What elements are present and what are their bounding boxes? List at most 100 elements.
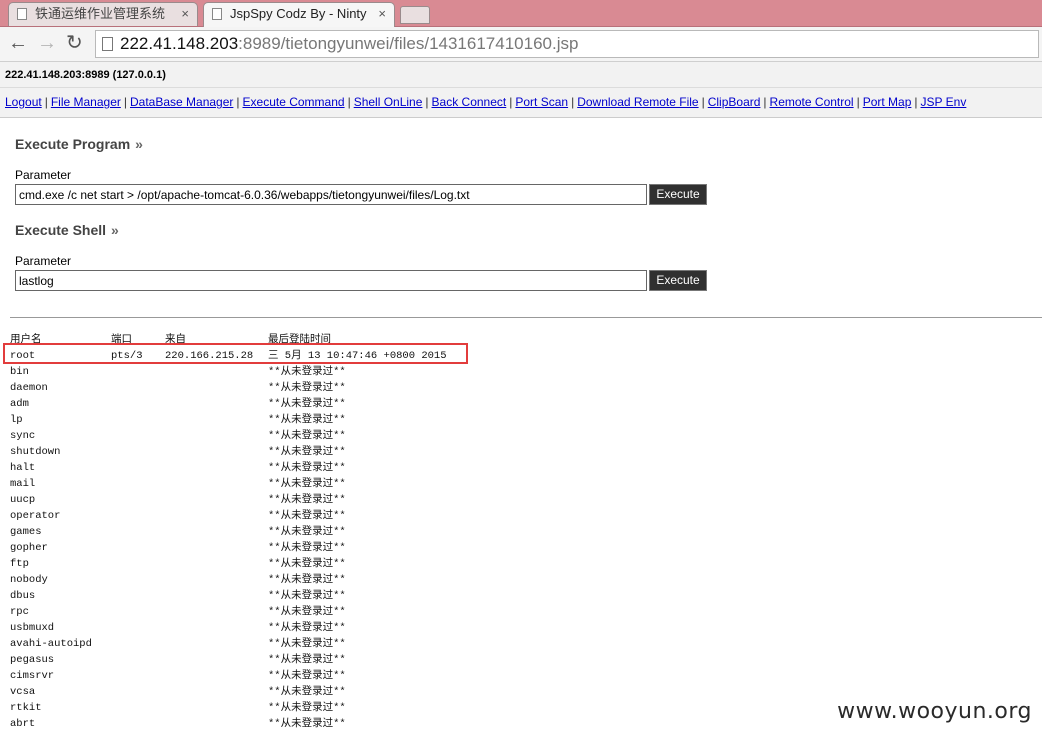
separator: | bbox=[509, 95, 513, 109]
output-cell: daemon bbox=[10, 382, 48, 394]
output-cell: shutdown bbox=[10, 446, 61, 458]
new-tab-button[interactable] bbox=[400, 6, 430, 24]
tab-strip: 铁通运维作业管理系统 × JspSpy Codz By - Ninty × bbox=[0, 0, 1042, 27]
separator: | bbox=[914, 95, 918, 109]
output-cell: **从未登录过** bbox=[268, 702, 346, 714]
nav-link-port-map[interactable]: Port Map bbox=[863, 95, 912, 109]
execute-shell-title: Execute Shell» bbox=[15, 222, 119, 238]
url-text: 222.41.148.203:8989/tietongyunwei/files/… bbox=[120, 31, 578, 57]
output-cell: cimsrvr bbox=[10, 670, 55, 682]
close-icon[interactable]: × bbox=[378, 3, 386, 25]
nav-link-database-manager[interactable]: DataBase Manager bbox=[130, 95, 233, 109]
section-title-text: Execute Program bbox=[15, 136, 131, 152]
output-cell: **从未登录过** bbox=[268, 446, 346, 458]
output-cell: dbus bbox=[10, 590, 36, 602]
output-cell: sync bbox=[10, 430, 36, 442]
output-cell: games bbox=[10, 526, 42, 538]
reload-icon[interactable]: ↻ bbox=[66, 30, 83, 56]
output-cell: **从未登录过** bbox=[268, 686, 346, 698]
output-cell: abrt bbox=[10, 718, 36, 730]
output-cell: **从未登录过** bbox=[268, 574, 346, 586]
output-cell: vcsa bbox=[10, 686, 36, 698]
output-cell: lp bbox=[10, 414, 23, 426]
page-icon bbox=[17, 8, 27, 20]
output-cell: avahi-autoipd bbox=[10, 638, 92, 650]
output-cell: nobody bbox=[10, 574, 48, 586]
nav-link-remote-control[interactable]: Remote Control bbox=[770, 95, 854, 109]
host-info: 222.41.148.203:8989 (127.0.0.1) bbox=[0, 62, 1042, 88]
parameter-label: Parameter bbox=[15, 168, 72, 182]
nav-link-clipboard[interactable]: ClipBoard bbox=[708, 95, 761, 109]
nav-link-jsp-env[interactable]: JSP Env bbox=[921, 95, 967, 109]
output-cell: **从未登录过** bbox=[268, 430, 346, 442]
nav-link-shell-online[interactable]: Shell OnLine bbox=[354, 95, 423, 109]
address-bar[interactable]: 222.41.148.203:8989/tietongyunwei/files/… bbox=[95, 30, 1039, 58]
execute-program-title: Execute Program» bbox=[15, 136, 143, 152]
output-cell: **从未登录过** bbox=[268, 718, 346, 730]
separator: | bbox=[763, 95, 767, 109]
separator: | bbox=[347, 95, 351, 109]
shell-parameter-input[interactable] bbox=[15, 270, 647, 291]
execute-shell-button[interactable]: Execute bbox=[649, 270, 707, 291]
nav-link-port-scan[interactable]: Port Scan bbox=[515, 95, 568, 109]
output-cell: **从未登录过** bbox=[268, 366, 346, 378]
output-cell: gopher bbox=[10, 542, 48, 554]
output-cell: usbmuxd bbox=[10, 622, 55, 634]
output-cell: rtkit bbox=[10, 702, 42, 714]
nav-link-download-remote-file[interactable]: Download Remote File bbox=[577, 95, 698, 109]
close-icon[interactable]: × bbox=[181, 3, 189, 25]
output-cell: **从未登录过** bbox=[268, 670, 346, 682]
back-arrow-icon[interactable]: ← bbox=[8, 30, 28, 56]
output-cell: **从未登录过** bbox=[268, 638, 346, 650]
browser-toolbar: ← → ↻ 222.41.148.203:8989/tietongyunwei/… bbox=[0, 27, 1042, 62]
output-cell: **从未登录过** bbox=[268, 590, 346, 602]
output-cell: adm bbox=[10, 398, 29, 410]
execute-program-button[interactable]: Execute bbox=[649, 184, 707, 205]
tab-title: JspSpy Codz By - Ninty bbox=[230, 6, 367, 21]
nav-link-file-manager[interactable]: File Manager bbox=[51, 95, 121, 109]
section-title-text: Execute Shell bbox=[15, 222, 107, 238]
output-cell: **从未登录过** bbox=[268, 414, 346, 426]
output-cell: **从未登录过** bbox=[268, 462, 346, 474]
nav-link-execute-command[interactable]: Execute Command bbox=[243, 95, 345, 109]
highlight-box bbox=[3, 343, 468, 364]
output-cell: **从未登录过** bbox=[268, 526, 346, 538]
output-cell: uucp bbox=[10, 494, 36, 506]
separator: | bbox=[701, 95, 705, 109]
url-path: :8989/tietongyunwei/files/1431617410160.… bbox=[238, 34, 579, 53]
output-cell: **从未登录过** bbox=[268, 558, 346, 570]
program-parameter-input[interactable] bbox=[15, 184, 647, 205]
output-cell: **从未登录过** bbox=[268, 542, 346, 554]
output-cell: **从未登录过** bbox=[268, 478, 346, 490]
page-icon bbox=[102, 37, 113, 51]
browser-tab-2[interactable]: JspSpy Codz By - Ninty × bbox=[203, 2, 395, 27]
separator: | bbox=[44, 95, 48, 109]
output-cell: **从未登录过** bbox=[268, 382, 346, 394]
output-cell: mail bbox=[10, 478, 36, 490]
output-cell: rpc bbox=[10, 606, 29, 618]
separator: | bbox=[856, 95, 860, 109]
raquo: » bbox=[135, 136, 143, 152]
nav-link-back-connect[interactable]: Back Connect bbox=[432, 95, 507, 109]
forward-arrow-icon[interactable]: → bbox=[37, 30, 57, 56]
output-cell: operator bbox=[10, 510, 61, 522]
output-cell: halt bbox=[10, 462, 36, 474]
output-cell: **从未登录过** bbox=[268, 606, 346, 618]
browser-tab-1[interactable]: 铁通运维作业管理系统 × bbox=[8, 2, 198, 26]
output-cell: pegasus bbox=[10, 654, 55, 666]
separator: | bbox=[123, 95, 127, 109]
separator: | bbox=[236, 95, 240, 109]
separator: | bbox=[425, 95, 429, 109]
output-cell: **从未登录过** bbox=[268, 510, 346, 522]
page-content: 222.41.148.203:8989 (127.0.0.1) Logout | F… bbox=[0, 62, 1042, 738]
tab-title: 铁通运维作业管理系统 bbox=[35, 6, 166, 21]
raquo: » bbox=[111, 222, 119, 238]
watermark: www.wooyun.org bbox=[837, 699, 1032, 724]
output-cell: **从未登录过** bbox=[268, 494, 346, 506]
nav-link-logout[interactable]: Logout bbox=[5, 95, 42, 109]
nav-links: Logout | File Manager | DataBase Manager | Exe… bbox=[0, 88, 1042, 118]
output-cell: ftp bbox=[10, 558, 29, 570]
output-cell: bin bbox=[10, 366, 29, 378]
output-cell: **从未登录过** bbox=[268, 654, 346, 666]
page-icon bbox=[212, 8, 222, 20]
